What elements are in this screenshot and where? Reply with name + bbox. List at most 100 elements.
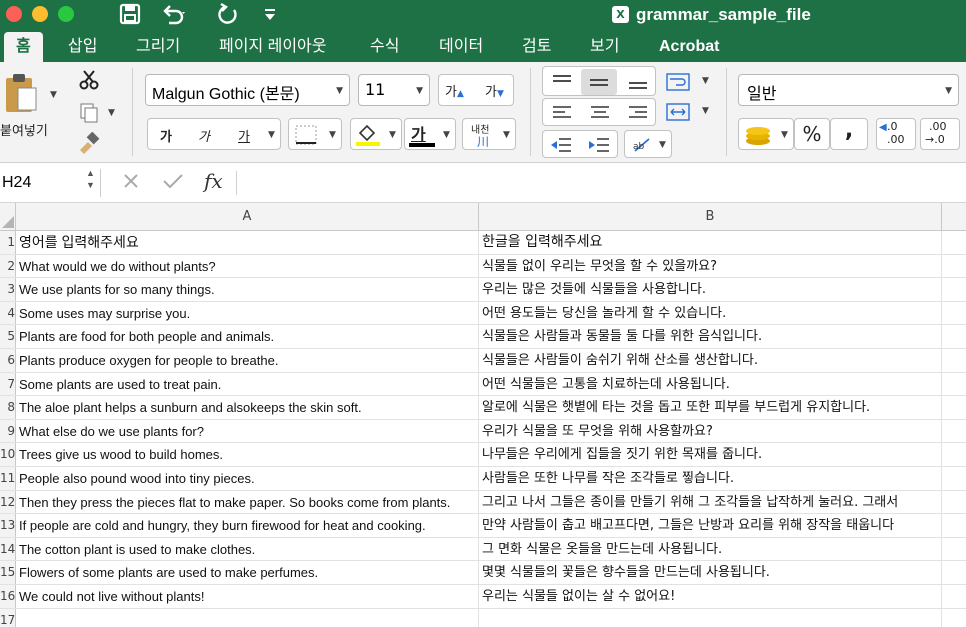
cell-b[interactable] bbox=[479, 608, 942, 627]
cell-c[interactable] bbox=[942, 373, 966, 396]
chevron-down-icon[interactable]: ▼ bbox=[443, 130, 450, 140]
undo-icon[interactable] bbox=[160, 2, 188, 33]
row-header[interactable]: 9 bbox=[0, 419, 16, 443]
chevron-down-icon[interactable]: ▼ bbox=[659, 140, 666, 150]
chevron-down-icon[interactable]: ▼ bbox=[503, 130, 510, 140]
paste-dropdown-icon[interactable]: ▼ bbox=[50, 90, 57, 100]
row-header[interactable]: 4 bbox=[0, 301, 16, 325]
tab-acrobat[interactable]: Acrobat bbox=[659, 32, 719, 62]
phonetic-guide-button[interactable]: 내천 川 ▼ bbox=[462, 118, 516, 150]
orientation-button[interactable]: ab ▼ bbox=[624, 130, 672, 158]
merge-center-icon[interactable] bbox=[666, 102, 690, 126]
cut-icon[interactable] bbox=[78, 70, 100, 94]
font-name-box[interactable]: Malgun Gothic (본문) ▼ bbox=[145, 74, 350, 106]
name-box[interactable]: H24 ▲ ▼ bbox=[0, 167, 101, 197]
row-header[interactable]: 14 bbox=[0, 537, 16, 561]
bold-button[interactable]: 가 bbox=[160, 126, 172, 145]
align-middle-button[interactable] bbox=[581, 69, 617, 95]
tab-view[interactable]: 보기 bbox=[590, 32, 619, 62]
cell-a[interactable]: Trees give us wood to build homes. bbox=[16, 443, 479, 466]
insert-function-button[interactable]: fx bbox=[204, 169, 223, 193]
chevron-down-icon[interactable]: ▼ bbox=[389, 130, 396, 140]
tab-formulas[interactable]: 수식 bbox=[370, 32, 399, 62]
cell-a[interactable]: We use plants for so many things. bbox=[16, 278, 479, 301]
chevron-down-icon[interactable]: ▼ bbox=[702, 106, 709, 116]
check-icon[interactable] bbox=[162, 172, 184, 194]
row-header[interactable]: 6 bbox=[0, 349, 16, 372]
cell-c[interactable] bbox=[942, 467, 966, 490]
row-header[interactable]: 10 bbox=[0, 443, 16, 466]
row-header[interactable]: 3 bbox=[0, 278, 16, 301]
cell-b[interactable]: 우리는 식물들 없이는 살 수 없어요! bbox=[479, 585, 942, 608]
row-header[interactable]: 7 bbox=[0, 372, 16, 396]
spreadsheet-grid[interactable]: A B 1 영어를 입력해주세요 한글을 입력해주세요 2 What would we … bbox=[0, 203, 966, 627]
row-header[interactable]: 2 bbox=[0, 254, 16, 278]
cell-c[interactable] bbox=[942, 443, 966, 466]
cell-c[interactable] bbox=[942, 420, 966, 443]
cell-a[interactable]: The aloe plant helps a sunburn and alsok… bbox=[16, 396, 479, 419]
cell-b[interactable]: 한글을 입력해주세요 bbox=[479, 231, 942, 254]
cell-a[interactable]: The cotton plant is used to make clothes… bbox=[16, 537, 479, 561]
copy-dropdown-icon[interactable]: ▼ bbox=[108, 108, 115, 118]
align-right-icon[interactable] bbox=[627, 104, 649, 122]
decrease-font-button[interactable]: 가▼ bbox=[485, 81, 504, 100]
zoom-window-button[interactable] bbox=[58, 6, 74, 22]
column-header-b[interactable]: B bbox=[479, 203, 942, 231]
cell-c[interactable] bbox=[942, 609, 966, 627]
cell-b[interactable]: 식물들은 사람들이 숨쉬기 위해 산소를 생산합니다. bbox=[479, 349, 942, 372]
name-box-stepper-icon[interactable]: ▲ ▼ bbox=[86, 167, 95, 191]
tab-draw[interactable]: 그리기 bbox=[136, 32, 180, 62]
cell-c[interactable] bbox=[942, 255, 966, 278]
align-left-icon[interactable] bbox=[551, 104, 573, 122]
cell-b[interactable]: 알로에 식물은 햇볕에 타는 것을 돕고 또한 피부를 부드럽게 유지합니다. bbox=[479, 396, 942, 419]
wrap-text-icon[interactable] bbox=[666, 72, 690, 96]
cell-a[interactable]: People also pound wood into tiny pieces. bbox=[16, 467, 479, 490]
minimize-window-button[interactable] bbox=[32, 6, 48, 22]
cell-a[interactable]: Some plants are used to treat pain. bbox=[16, 372, 479, 396]
cell-a[interactable]: Some uses may surprise you. bbox=[16, 301, 479, 325]
number-format-box[interactable]: 일반 ▼ bbox=[738, 74, 959, 106]
cell-a[interactable]: Plants produce oxygen for people to brea… bbox=[16, 349, 479, 372]
cell-c[interactable] bbox=[942, 325, 966, 348]
cell-b[interactable]: 우리는 많은 것들에 식물들을 사용합니다. bbox=[479, 278, 942, 301]
cell-b[interactable]: 나무들은 우리에게 집들을 짓기 위한 목재를 줍니다. bbox=[479, 443, 942, 466]
cell-a[interactable]: Plants are food for both people and anim… bbox=[16, 325, 479, 348]
cell-b[interactable]: 우리가 식물을 또 무엇을 위해 사용할까요? bbox=[479, 419, 942, 443]
cell-a[interactable]: We could not live without plants! bbox=[16, 585, 479, 608]
underline-button[interactable]: 가 bbox=[238, 126, 250, 145]
chevron-down-icon[interactable]: ▼ bbox=[336, 86, 343, 96]
row-header[interactable]: 12 bbox=[0, 490, 16, 514]
cell-a[interactable] bbox=[16, 608, 479, 627]
redo-icon[interactable] bbox=[216, 2, 240, 33]
percent-button[interactable]: % bbox=[794, 118, 830, 150]
format-painter-icon[interactable] bbox=[76, 131, 100, 158]
increase-decimal-button[interactable]: .0 ◀ .00 bbox=[876, 118, 916, 150]
cell-a[interactable]: What else do we use plants for? bbox=[16, 419, 479, 443]
italic-button[interactable]: 가 bbox=[198, 126, 210, 145]
row-header[interactable]: 17 bbox=[0, 608, 16, 627]
chevron-down-icon[interactable]: ▼ bbox=[416, 86, 423, 96]
chevron-down-icon[interactable]: ▼ bbox=[329, 130, 336, 140]
cell-b[interactable]: 식물들 없이 우리는 무엇을 할 수 있을까요? bbox=[479, 254, 942, 278]
row-header[interactable]: 15 bbox=[0, 561, 16, 584]
tab-review[interactable]: 검토 bbox=[522, 32, 551, 62]
chevron-down-icon[interactable]: ▼ bbox=[268, 130, 275, 140]
paste-icon[interactable] bbox=[4, 72, 40, 116]
fill-color-button[interactable]: ▼ bbox=[350, 118, 402, 150]
cell-c[interactable] bbox=[942, 538, 966, 561]
row-header[interactable]: 5 bbox=[0, 325, 16, 348]
tab-home[interactable]: 홈 bbox=[4, 32, 43, 62]
currency-button[interactable]: ▼ bbox=[738, 118, 794, 150]
decrease-indent-icon[interactable] bbox=[549, 135, 573, 155]
align-bottom-icon[interactable] bbox=[627, 73, 649, 91]
cell-b[interactable]: 사람들은 또한 나무를 작은 조각들로 찧습니다. bbox=[479, 467, 942, 490]
increase-font-button[interactable]: 가▲ bbox=[445, 81, 464, 100]
select-all-corner[interactable] bbox=[0, 203, 16, 231]
cell-c[interactable] bbox=[942, 514, 966, 537]
tab-insert[interactable]: 삽입 bbox=[68, 32, 97, 62]
align-center-icon[interactable] bbox=[589, 104, 611, 122]
font-color-button[interactable]: 가 ▼ bbox=[404, 118, 456, 150]
cell-c[interactable] bbox=[942, 278, 966, 301]
column-header-a[interactable]: A bbox=[16, 203, 479, 231]
row-header[interactable]: 1 bbox=[0, 231, 16, 254]
